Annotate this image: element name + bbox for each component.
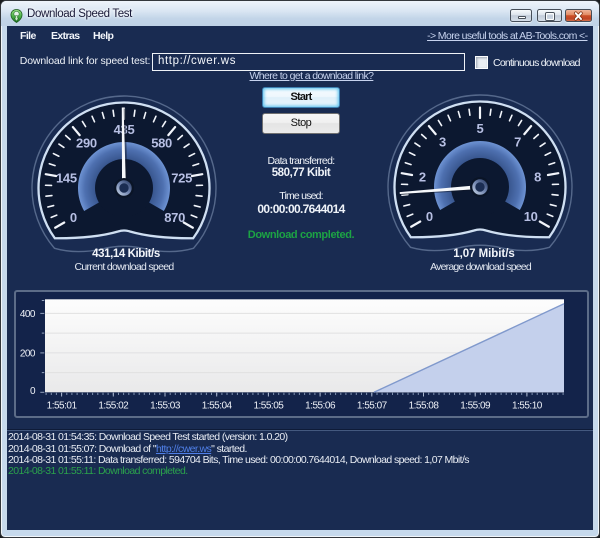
svg-text:1:55:09: 1:55:09 <box>460 401 491 412</box>
svg-text:5: 5 <box>477 121 484 136</box>
svg-text:725: 725 <box>171 170 192 185</box>
svg-text:0: 0 <box>426 209 433 224</box>
svg-text:1:55:01: 1:55:01 <box>47 401 78 412</box>
svg-text:870: 870 <box>164 210 185 225</box>
svg-text:290: 290 <box>76 136 97 151</box>
svg-text:400: 400 <box>20 309 36 320</box>
svg-text:580: 580 <box>151 136 172 151</box>
svg-text:1:55:03: 1:55:03 <box>150 401 181 412</box>
svg-text:1:55:04: 1:55:04 <box>202 401 233 412</box>
svg-text:1:55:07: 1:55:07 <box>357 401 388 412</box>
svg-text:1:55:08: 1:55:08 <box>409 401 440 412</box>
svg-text:10: 10 <box>524 209 538 224</box>
svg-text:145: 145 <box>56 170 77 185</box>
svg-text:3: 3 <box>439 135 446 150</box>
svg-text:7: 7 <box>514 135 521 150</box>
svg-text:2: 2 <box>419 169 426 184</box>
svg-text:1:55:06: 1:55:06 <box>305 401 336 412</box>
svg-text:8: 8 <box>534 169 541 184</box>
svg-text:1:55:05: 1:55:05 <box>253 401 284 412</box>
svg-text:1:55:10: 1:55:10 <box>512 401 543 412</box>
svg-text:200: 200 <box>20 348 36 359</box>
svg-text:0: 0 <box>70 210 77 225</box>
svg-text:0: 0 <box>30 386 36 397</box>
svg-text:1:55:02: 1:55:02 <box>98 401 129 412</box>
